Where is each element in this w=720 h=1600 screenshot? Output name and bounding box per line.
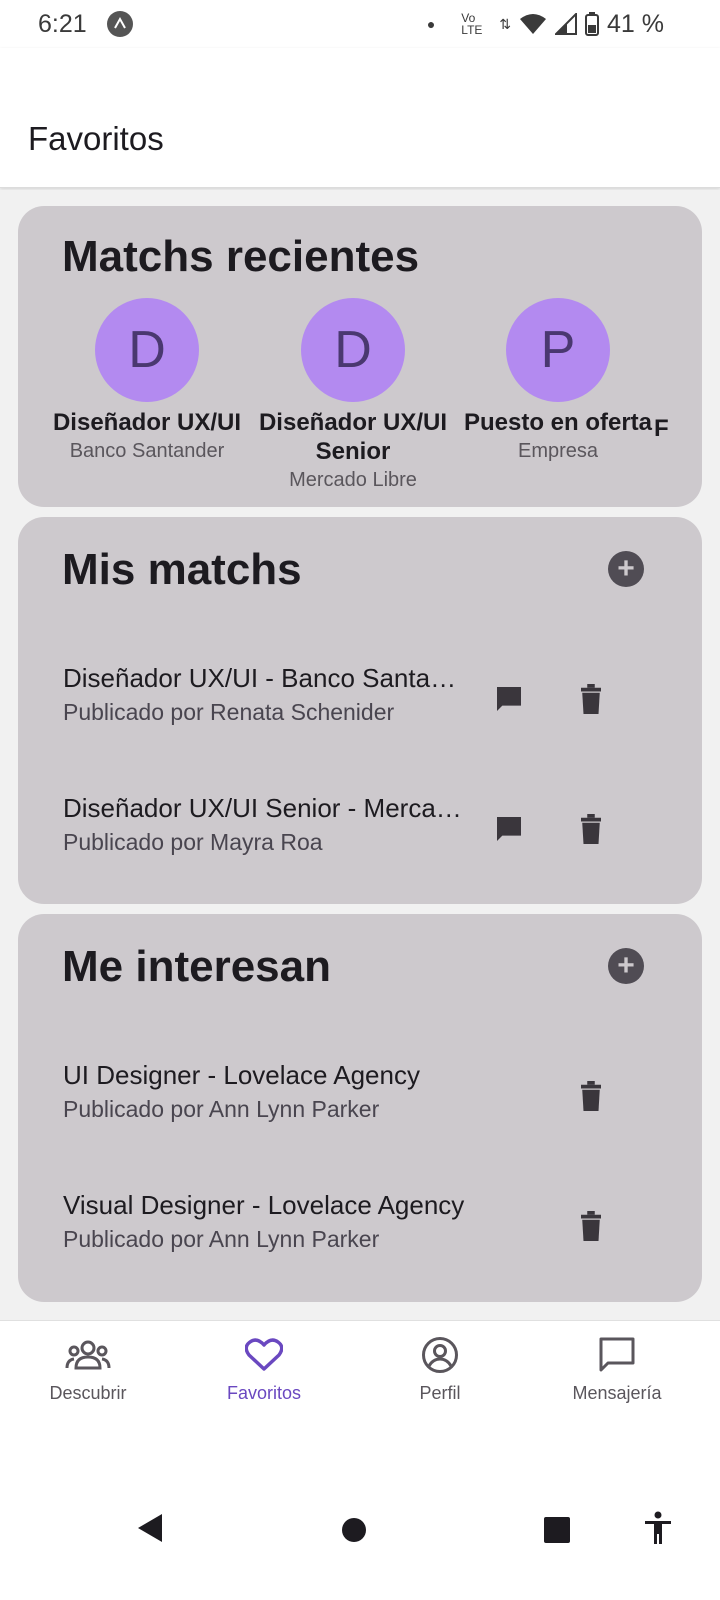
app-bar: Favoritos [0,48,720,188]
list-item[interactable]: Diseñador UX/UI Senior - Merca… Publicad… [63,793,683,883]
recent-match-company: Banco Santander [69,440,225,462]
home-icon [342,1518,366,1542]
interests-title: Me interesan [62,942,331,991]
my-matches-title: Mis matchs [62,545,302,594]
item-title: UI Designer - Lovelace Agency [63,1060,420,1090]
my-matches-card: Mis matchs + Diseñador UX/UI - Banco San… [18,517,702,904]
item-title: Diseñador UX/UI Senior - Merca… [63,793,462,823]
app-icon [106,11,133,37]
recent-matches-carousel[interactable]: D Diseñador UX/UI Banco Santander D Dise… [40,298,702,498]
item-title: Visual Designer - Lovelace Agency [63,1190,465,1220]
item-title: Diseñador UX/UI - Banco Santa… [63,663,457,693]
recent-match-item[interactable]: P Puesto en oferta Empresa [458,298,658,466]
nav-label: Descubrir [49,1383,127,1403]
list-item[interactable]: UI Designer - Lovelace Agency Publicado … [63,1060,683,1150]
item-subtitle: Publicado por Renata Schenider [63,699,395,725]
recent-matches-title: Matchs recientes [62,232,420,281]
item-subtitle: Publicado por Mayra Roa [63,829,323,855]
chat-button[interactable] [487,677,531,721]
recent-match-item[interactable]: D Diseñador UX/UI Senior Mercado Libre [253,298,453,495]
item-subtitle: Publicado por Ann Lynn Parker [63,1226,380,1252]
bottom-navigation: Descubrir Favoritos Perfil Mensajería [0,1320,720,1440]
home-button[interactable] [334,1510,374,1550]
chat-icon [497,687,521,711]
status-left: 6:21 [38,10,133,39]
accessibility-icon [645,1511,671,1544]
battery-level: 41 % [607,9,664,38]
nav-item-favoritos[interactable]: Favoritos [176,1333,352,1404]
trash-icon [581,684,601,714]
dot-icon: ● [426,16,436,32]
add-interest-button[interactable]: + [608,948,644,984]
recent-match-item-partial[interactable]: F [654,408,702,443]
back-button[interactable] [130,1508,170,1548]
page-title: Favoritos [28,120,164,157]
back-icon [138,1514,162,1542]
avatar: D [301,298,405,402]
delete-button[interactable] [569,807,613,851]
recent-match-company: Empresa [517,440,599,462]
nav-item-mensajeria[interactable]: Mensajería [529,1333,705,1404]
add-circle-icon: + [617,949,635,982]
status-right: ● Vo LTE ⇅ 41 % [427,10,664,39]
heart-icon [176,1333,352,1377]
recent-match-title: Puesto en oferta [463,409,653,436]
recents-icon [544,1517,570,1543]
add-circle-icon: + [617,552,635,585]
add-match-button[interactable]: + [608,551,644,587]
item-subtitle: Publicado por Ann Lynn Parker [63,1096,380,1122]
recent-match-company: Mercado Libre [289,469,417,491]
data-arrows-icon: ⇅ [499,15,512,32]
interests-card: Me interesan + UI Designer - Lovelace Ag… [18,914,702,1302]
list-item[interactable]: Visual Designer - Lovelace Agency Public… [63,1190,683,1280]
recent-match-item[interactable]: D Diseñador UX/UI Banco Santander [47,298,247,466]
status-time: 6:21 [38,9,87,38]
nav-item-descubrir[interactable]: Descubrir [0,1333,176,1404]
favorites-content[interactable]: Matchs recientes D Diseñador UX/UI Banco… [0,190,720,1320]
avatar: P [506,298,610,402]
delete-button[interactable] [569,677,613,721]
signal-icon [555,13,578,35]
status-bar: 6:21 ● Vo LTE ⇅ 41 % [0,0,720,48]
delete-button[interactable] [569,1074,613,1118]
accessibility-button[interactable] [638,1508,678,1548]
recent-matches-card: Matchs recientes D Diseñador UX/UI Banco… [18,206,702,507]
group-icon [0,1333,176,1377]
battery-icon [585,12,600,36]
recents-button[interactable] [537,1510,577,1550]
nav-label: Favoritos [226,1383,302,1403]
recent-match-title: Diseñador UX/UI Senior [258,409,448,465]
trash-icon [581,814,601,844]
wifi-icon [520,14,547,34]
chat-button[interactable] [487,807,531,851]
trash-icon [581,1081,601,1111]
nav-item-perfil[interactable]: Perfil [352,1333,528,1404]
chat-icon [497,817,521,841]
avatar: D [95,298,199,402]
nav-label: Mensajería [572,1383,662,1403]
system-navigation-bar [0,1440,720,1600]
nav-label: Perfil [419,1383,461,1403]
account-circle-icon [352,1333,528,1377]
message-icon [529,1333,705,1377]
volte-icon: Vo LTE [461,11,483,37]
recent-match-title: Diseñador UX/UI [52,409,242,436]
delete-button[interactable] [569,1204,613,1248]
trash-icon [581,1211,601,1241]
recent-match-title: F [654,415,669,442]
list-item[interactable]: Diseñador UX/UI - Banco Santa… Publicado… [63,663,683,753]
